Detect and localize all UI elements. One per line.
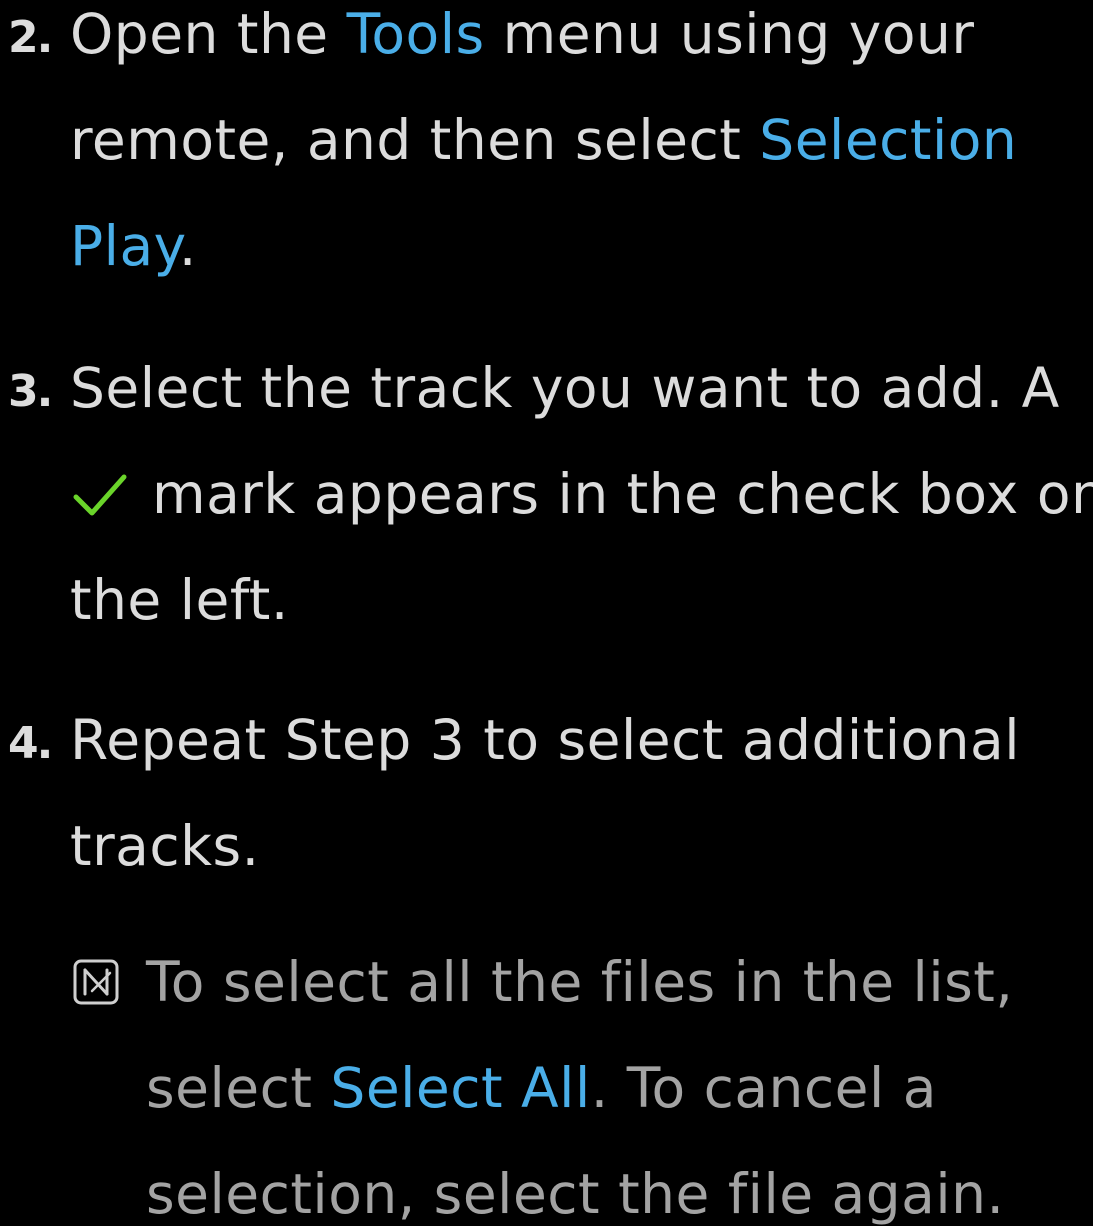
text-segment: . To cancel a xyxy=(590,1056,937,1120)
step-line: the left. xyxy=(70,568,289,632)
menu-option-selection-play: Play xyxy=(70,214,179,278)
step-line: Select the track you want to add. A xyxy=(70,356,1060,420)
step-line: Open the Tools menu using your xyxy=(70,2,974,66)
note-icon xyxy=(72,958,120,1006)
text-segment: menu using your xyxy=(484,2,975,66)
step-line: remote, and then select Selection xyxy=(70,108,1017,172)
step-number: 3. xyxy=(8,366,53,417)
step-number: 2. xyxy=(8,12,53,63)
menu-option-select-all: Select All xyxy=(330,1056,591,1120)
text-segment: mark appears in the check box on xyxy=(152,462,1093,526)
note-text: To select all the files in the list, xyxy=(146,950,1014,1014)
checkmark-icon xyxy=(70,470,130,520)
menu-name-tools: Tools xyxy=(346,2,485,66)
text-segment: select xyxy=(146,1056,331,1120)
text-segment: Open the xyxy=(70,2,347,66)
note-text: selection, select the file again. xyxy=(146,1162,1005,1226)
step-line: Play. xyxy=(70,214,197,278)
step-line: mark appears in the check box on xyxy=(70,462,1093,526)
step-number: 4. xyxy=(8,718,53,769)
menu-option-selection-play: Selection xyxy=(759,108,1018,172)
step-line: Repeat Step 3 to select additional xyxy=(70,708,1021,772)
text-segment: remote, and then select xyxy=(70,108,760,172)
step-line: tracks. xyxy=(70,814,260,878)
text-segment: . xyxy=(178,214,197,278)
note-text: select Select All. To cancel a xyxy=(146,1056,937,1120)
